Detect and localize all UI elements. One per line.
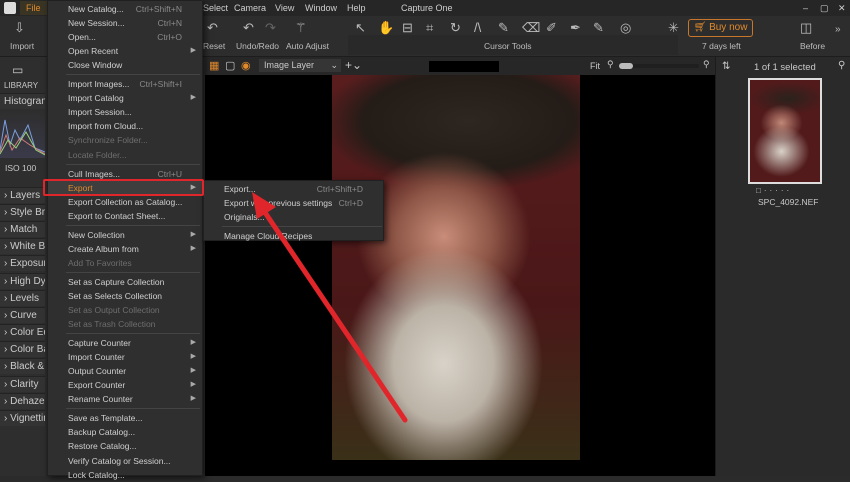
annotation-arrow — [252, 192, 408, 423]
